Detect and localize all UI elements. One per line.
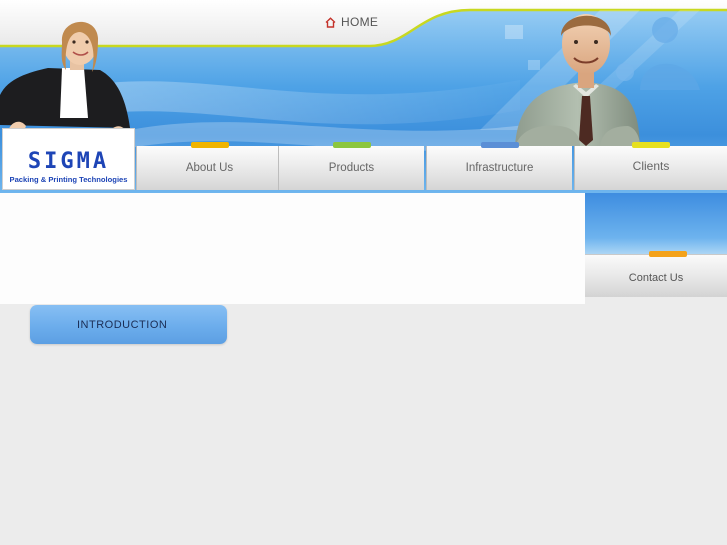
company-logo[interactable]: SIGMA Packing & Printing Technologies xyxy=(2,128,135,190)
contact-us-button[interactable]: Contact Us xyxy=(585,251,727,297)
nav-item-clients[interactable]: Clients xyxy=(574,142,727,190)
nav-tab-indicator xyxy=(332,142,371,148)
home-label: HOME xyxy=(341,15,379,29)
side-panel-banner xyxy=(585,193,727,257)
nav-item-label: Clients xyxy=(632,159,670,173)
section-header-introduction: INTRODUCTION xyxy=(30,305,227,344)
home-icon xyxy=(325,16,336,28)
nav-item-label: Infrastructure xyxy=(465,162,534,174)
content-white-band xyxy=(0,193,585,304)
home-link[interactable]: HOME xyxy=(325,15,378,29)
nav-item-about-us[interactable]: About Us xyxy=(136,142,282,190)
header-banner: HOME SIGMA Packing & Printing Technologi… xyxy=(0,0,727,193)
logo-title: SIGMA xyxy=(27,149,110,174)
nav-tab-indicator xyxy=(480,142,519,148)
logo-subtitle: Packing & Printing Technologies xyxy=(9,175,128,184)
nav-tab-indicator xyxy=(649,251,687,257)
contact-us-label: Contact Us xyxy=(628,272,684,284)
nav-item-label: About Us xyxy=(185,162,234,174)
nav-tab-indicator xyxy=(632,142,670,148)
side-panel: Contact Us xyxy=(585,193,727,304)
nav-item-infrastructure[interactable]: Infrastructure xyxy=(426,142,572,190)
section-title: INTRODUCTION xyxy=(77,319,168,331)
nav-tab-indicator xyxy=(190,142,229,148)
nav-item-products[interactable]: Products xyxy=(278,142,424,190)
nav-item-label: Products xyxy=(328,162,375,174)
